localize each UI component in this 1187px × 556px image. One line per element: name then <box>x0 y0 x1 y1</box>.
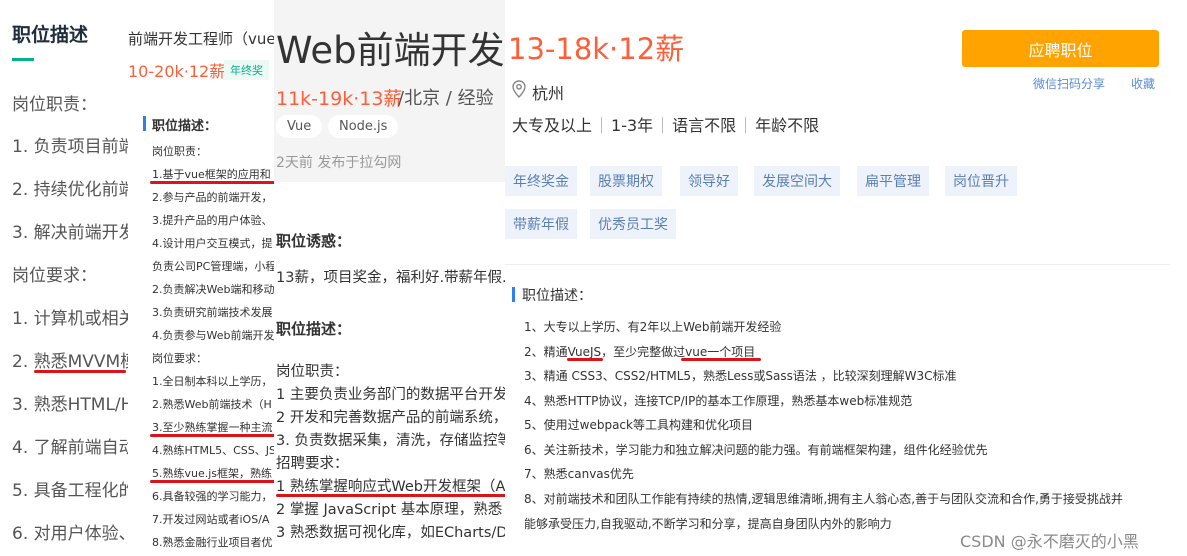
panel4-line: 7、熟悉canvas优先 <box>524 467 634 481</box>
apply-job-button[interactable]: 应聘职位 <box>962 30 1159 67</box>
panel2-line: 3.提升产品的用户体验、 <box>152 214 273 227</box>
panel4-line: 1、大专以上学历、有2年以上Web前端开发经验 <box>524 320 782 334</box>
panel1-title-accent <box>12 58 34 61</box>
panel3-temptation-heading: 职位诱惑： <box>276 232 352 250</box>
panel1-line: 1. 负责项目前端 <box>12 137 135 157</box>
req-separator <box>745 117 747 133</box>
panel2-welfare-tag: 年终奖 <box>224 60 269 80</box>
panel2-line: 2.负责解决Web端和移动 <box>152 283 275 296</box>
panel-2-job-posting: 前端开发工程师（vue 10-20k·12薪 年终奖 职位描述： 岗位职责： 1… <box>128 18 278 556</box>
panel1-line: 3. 熟悉HTML/H <box>12 395 134 415</box>
welfare-tag: 扁平管理 <box>857 166 929 196</box>
panel1-line: 2. 熟悉MVVM模 <box>12 352 135 372</box>
panel1-title: 职位描述 <box>12 24 89 46</box>
panel2-line: 1.基于vue框架的应用和 <box>152 168 271 181</box>
req-language: 语言不限 <box>672 116 737 135</box>
panel1-line: 3. 解决前端开发 <box>12 223 135 243</box>
welfare-tag: 发展空间大 <box>754 166 840 196</box>
panel3-line: 3 熟悉数据可视化库，如ECharts/D <box>276 525 508 541</box>
panel4-line: 6、关注新技术，学习能力和独立解决问题的能力强。有前端框架构建，组件化经验优先 <box>524 443 988 457</box>
req-separator <box>662 117 664 133</box>
req-age: 年龄不限 <box>755 116 820 135</box>
panel2-line: 3.至少熟练掌握一种主流 <box>152 421 273 434</box>
panel3-location-experience: /北京 / 经验 <box>398 88 494 109</box>
panel3-skill-chip[interactable]: Node.js <box>328 115 399 138</box>
req-education: 大专及以上 <box>512 116 593 135</box>
highlight-underline <box>150 480 278 483</box>
panel1-line: 4. 了解前端自动 <box>12 438 135 458</box>
panel2-line: 4.设计用户交互模式，提 <box>152 237 273 250</box>
panel4-line: 能够承受压力,自我驱动,不断学习和分享，提高自身团队内外的影响力 <box>524 517 892 531</box>
panel3-line: 招聘要求： <box>276 456 349 472</box>
panel2-line: 4.负责参与Web前端开发 <box>152 329 275 342</box>
panel3-line: 岗位职责： <box>276 364 349 380</box>
panel3-line: 2 掌握 JavaScript 基本原理，熟悉 I <box>276 502 508 518</box>
panel3-desc-heading: 职位描述： <box>276 320 352 338</box>
welfare-tag: 年终奖金 <box>505 166 577 196</box>
panel1-line: 1. 计算机或相关 <box>12 309 135 329</box>
favorite-link[interactable]: 收藏 <box>1131 75 1155 92</box>
panel2-line: 8.熟悉金融行业项目者优 <box>152 536 273 549</box>
panel4-line: 5、使用过webpack等工具构建和优化项目 <box>524 418 753 432</box>
panel2-line: 1.全日制本科以上学历， <box>152 375 273 388</box>
highlight-underline <box>276 494 506 497</box>
panel3-temptation-text: 13薪，项目奖金，福利好.带薪年假. <box>276 270 507 286</box>
panel2-line: 岗位要求： <box>152 352 207 365</box>
panel3-skill-chip[interactable]: Vue <box>276 115 323 138</box>
panel2-line: 岗位职责： <box>152 145 207 158</box>
welfare-tag: 领导好 <box>680 166 738 196</box>
wechat-share-link[interactable]: 微信扫码分享 <box>1033 75 1105 92</box>
panel4-city: 杭州 <box>532 84 565 103</box>
panel2-line: 6.具备较强的学习能力， <box>152 490 273 503</box>
panel3-post-time: 2天前 发布于拉勾网 <box>276 155 402 171</box>
panel4-desc-heading: 职位描述： <box>522 288 592 304</box>
panel-3-job-posting: Web前端开发 11k-19k·13薪 /北京 / 经验 Vue Node.js… <box>274 0 508 556</box>
panel4-line: 8、对前端技术和团队工作能有持续的热情,逻辑思维清晰,拥有主人翁心态,善于与团队… <box>524 492 1123 506</box>
panel1-line: 5. 具备工程化的 <box>12 481 135 501</box>
panel4-section-bar <box>512 287 515 302</box>
panel2-line: 5.熟练vue.js框架，熟练 <box>152 467 273 480</box>
panel3-line: 2 开发和完善数据产品的前端系统， <box>276 410 508 426</box>
panel2-line: 3.负责研究前端技术发展 <box>152 306 273 319</box>
panel4-line: 3、精通 CSS3、CSS2/HTML5，熟悉Less或Sass语法 ，比较深刻… <box>524 369 957 383</box>
panel4-salary: 13-18k·12薪 <box>508 32 685 66</box>
highlight-underline <box>150 181 278 184</box>
highlight-underline <box>34 370 126 373</box>
panel4-requirements-row: 大专及以上 1-3年 语言不限 年龄不限 <box>512 112 819 136</box>
welfare-tag: 股票期权 <box>590 166 662 196</box>
csdn-watermark: CSDN @永不磨灭的小黑 <box>960 532 1139 551</box>
panel2-salary: 10-20k·12薪 <box>128 62 226 81</box>
panel3-line: 1 熟练掌握响应式Web开发框架（A <box>276 479 506 495</box>
panel1-line: 岗位要求： <box>12 266 97 286</box>
panel2-line: 2.参与产品的前端开发， <box>152 191 273 204</box>
panel2-desc-heading: 职位描述： <box>152 119 218 134</box>
panel2-line: 负责公司PC管理端，小程 <box>152 260 277 273</box>
panel2-line: 4.熟练HTML5、CSS、JS <box>152 444 276 457</box>
panel2-job-title[interactable]: 前端开发工程师（vue <box>128 28 276 49</box>
highlight-underline <box>681 358 761 361</box>
location-pin-icon <box>512 80 526 98</box>
panel2-line: 7.开发过网站或者iOS/A <box>152 513 270 526</box>
panel-1-job-description: 职位描述 岗位职责： 1. 负责项目前端 2. 持续优化前端 3. 解决前端开发… <box>0 0 135 556</box>
highlight-underline <box>150 434 278 437</box>
panel1-line: 岗位职责： <box>12 95 97 115</box>
panel3-line: 1 主要负责业务部门的数据平台开发 <box>276 387 508 403</box>
panel3-line: 3. 负责数据采集，清洗，存储监控等 <box>276 433 508 449</box>
panel3-job-title[interactable]: Web前端开发 <box>276 20 505 74</box>
welfare-tag: 优秀员工奖 <box>590 209 676 239</box>
welfare-tag: 岗位晋升 <box>945 166 1017 196</box>
req-experience: 1-3年 <box>611 116 654 135</box>
welfare-tag: 带薪年假 <box>505 209 577 239</box>
panel-4-job-posting: 13-18k·12薪 应聘职位 微信扫码分享 收藏 杭州 大专及以上 1-3年 语言… <box>505 0 1187 556</box>
panel4-line: 4、熟悉HTTP协议，连接TCP/IP的基本工作原理，熟悉基本web标准规范 <box>524 394 913 408</box>
req-separator <box>601 117 603 133</box>
panel1-line: 6. 对用户体验、 <box>12 524 135 544</box>
panel3-salary: 11k-19k·13薪 <box>276 88 403 110</box>
panel2-section-bar <box>143 116 146 131</box>
panel4-divider <box>505 264 1170 265</box>
panel1-line: 2. 持续优化前端 <box>12 180 135 200</box>
panel2-line: 2.熟悉Web前端技术（H <box>152 398 272 411</box>
highlight-underline <box>567 358 603 361</box>
